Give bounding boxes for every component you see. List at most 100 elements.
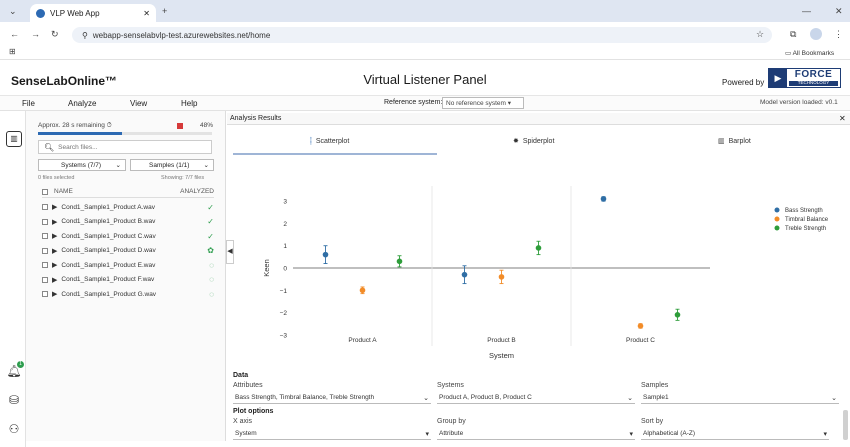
attributes-select[interactable]: Bass Strength, Timbral Balance, Treble S…: [233, 392, 431, 404]
y-tick-label: 1: [283, 243, 287, 250]
sort-by-select[interactable]: Alphabetical (A-Z) ▾: [641, 428, 829, 440]
new-tab-icon[interactable]: +: [162, 7, 167, 16]
profile-avatar[interactable]: [810, 28, 822, 40]
spiderplot-icon: ✸: [513, 138, 519, 145]
data-heading: Data: [233, 372, 249, 379]
site-info-icon[interactable]: ⚲: [82, 31, 88, 40]
tab-spiderplot[interactable]: ✸ Spiderplot: [513, 137, 554, 146]
search-field[interactable]: 🔍︎: [38, 140, 212, 154]
row-checkbox[interactable]: [42, 204, 48, 210]
reload-icon[interactable]: ↻: [51, 30, 59, 39]
model-version-text: Model version loaded: v0.1: [760, 99, 838, 106]
play-icon[interactable]: ▶: [52, 232, 57, 240]
systems-select[interactable]: Product A, Product B, Product C ⌄: [437, 392, 635, 404]
data-point: [535, 245, 542, 251]
group-by-select[interactable]: Attribute ▾: [437, 428, 635, 440]
close-window-icon[interactable]: ✕: [835, 7, 843, 16]
row-checkbox[interactable]: [42, 218, 48, 225]
tab-barplot[interactable]: ▥ Barplot: [718, 137, 751, 146]
plot-options-heading: Plot options: [233, 408, 274, 415]
select-all-checkbox[interactable]: [42, 188, 48, 195]
data-point: [396, 258, 403, 265]
reference-system-label: Reference system:: [384, 99, 443, 106]
row-checkbox[interactable]: [42, 291, 48, 297]
systems-filter[interactable]: Systems (7/7) ⌄: [38, 159, 126, 171]
search-input[interactable]: [58, 143, 199, 151]
forward-icon[interactable]: →: [31, 30, 40, 39]
browser-menu-icon[interactable]: ⋮: [834, 30, 843, 39]
file-row[interactable]: ▶ Cond1_Sample1_Product B.wav ✓: [42, 215, 214, 229]
file-row[interactable]: ▶ Cond1_Sample1_Product C.wav ✓: [42, 229, 214, 243]
scatter-chart: 3 2 1 0 −1 −2 −3 Product A Product B Product C Sys…: [262, 186, 829, 360]
row-checkbox[interactable]: [42, 276, 48, 283]
file-row[interactable]: ▶ Cond1_Sample1_Product F.wav ◌: [42, 273, 214, 287]
play-icon[interactable]: ▶: [52, 218, 57, 226]
analyzed-status-icon: ✓: [207, 202, 214, 212]
extensions-icon[interactable]: ⧉: [790, 30, 796, 39]
browser-tab[interactable]: VLP Web App ✕: [30, 4, 156, 22]
back-icon[interactable]: ←: [10, 30, 19, 39]
play-icon[interactable]: ▶: [52, 276, 57, 284]
progress-track: [38, 132, 212, 135]
tab-scatterplot[interactable]: ⸽ Scatterplot: [310, 137, 349, 146]
progress-label: Approx. 28 s remaining ⏱: [38, 122, 112, 129]
minimize-icon[interactable]: —: [802, 7, 811, 16]
play-icon[interactable]: ▶: [52, 247, 57, 255]
x-axis-select[interactable]: System ▾: [233, 428, 431, 440]
row-checkbox[interactable]: [42, 233, 48, 239]
menu-file[interactable]: File: [22, 99, 35, 108]
file-name: Cond1_Sample1_Product C.wav: [61, 232, 156, 240]
active-tab-indicator: [233, 153, 437, 155]
samples-filter[interactable]: Samples (1/1) ⌄: [130, 159, 214, 171]
favicon-icon: [36, 8, 45, 18]
bookmark-star-icon[interactable]: ☆: [756, 30, 764, 39]
systems-label: Systems: [437, 382, 464, 389]
all-bookmarks[interactable]: ▭ All Bookmarks: [785, 49, 834, 57]
dashboard-icon[interactable]: ▥: [6, 131, 22, 147]
file-name: Cond1_Sample1_Product F.wav: [61, 276, 155, 283]
menu-view[interactable]: View: [130, 99, 147, 108]
samples-label: Samples: [641, 382, 669, 389]
barplot-icon: ▥: [718, 138, 725, 145]
file-row[interactable]: ▶ Cond1_Sample1_Product A.wav ✓: [42, 200, 214, 214]
close-tab-icon[interactable]: ✕: [143, 9, 150, 18]
play-icon[interactable]: ▶: [52, 290, 57, 298]
analysis-results-header: Analysis Results: [227, 113, 850, 125]
database-icon[interactable]: ⛁: [6, 393, 22, 409]
notification-badge: 1: [17, 361, 24, 368]
file-row[interactable]: ▶ Cond1_Sample1_Product D.wav ✿: [42, 244, 214, 258]
menu-help[interactable]: Help: [181, 99, 197, 108]
legend-marker: [774, 216, 780, 222]
legend-marker: [774, 225, 780, 231]
file-name: Cond1_Sample1_Product E.wav: [61, 261, 156, 269]
y-tick-label: 0: [283, 266, 287, 273]
row-checkbox[interactable]: [42, 262, 48, 268]
url-field[interactable]: ⚲ webapp-senselabvlp-test.azurewebsites.…: [72, 27, 772, 43]
user-icon[interactable]: ⚇: [6, 422, 22, 438]
data-point: [359, 287, 366, 294]
close-analysis-icon[interactable]: ✕: [839, 114, 846, 123]
data-point: [322, 251, 329, 258]
menu-analyze[interactable]: Analyze: [68, 99, 96, 108]
y-tick-label: 2: [283, 221, 287, 228]
reference-system-select[interactable]: No reference system ▾: [442, 97, 524, 109]
data-point: [674, 312, 681, 318]
scrollbar[interactable]: [843, 410, 848, 440]
file-row[interactable]: ▶ Cond1_Sample1_Product G.wav ◌: [42, 287, 214, 301]
row-checkbox[interactable]: [42, 247, 48, 254]
play-icon[interactable]: ▶: [52, 261, 57, 269]
x-tick-label: Product C: [626, 337, 655, 344]
analyzed-status-icon: ✓: [207, 217, 214, 226]
y-tick-label: −2: [280, 310, 288, 317]
progress-percent: 48%: [200, 122, 214, 129]
play-icon[interactable]: ▶: [52, 203, 57, 211]
file-name: Cond1_Sample1_Product B.wav: [61, 218, 156, 225]
files-showing-text: Showing: 7/7 files: [161, 175, 205, 181]
tab-list-icon[interactable]: ⌄: [9, 7, 17, 16]
x-axis-title: System: [489, 351, 514, 360]
tab-title: VLP Web App: [50, 8, 100, 18]
stop-icon[interactable]: [177, 123, 183, 129]
file-row[interactable]: ▶ Cond1_Sample1_Product E.wav ◌: [42, 258, 214, 272]
apps-grid-icon[interactable]: ⊞: [9, 48, 16, 56]
samples-select[interactable]: Sample1 ⌄: [641, 392, 839, 404]
